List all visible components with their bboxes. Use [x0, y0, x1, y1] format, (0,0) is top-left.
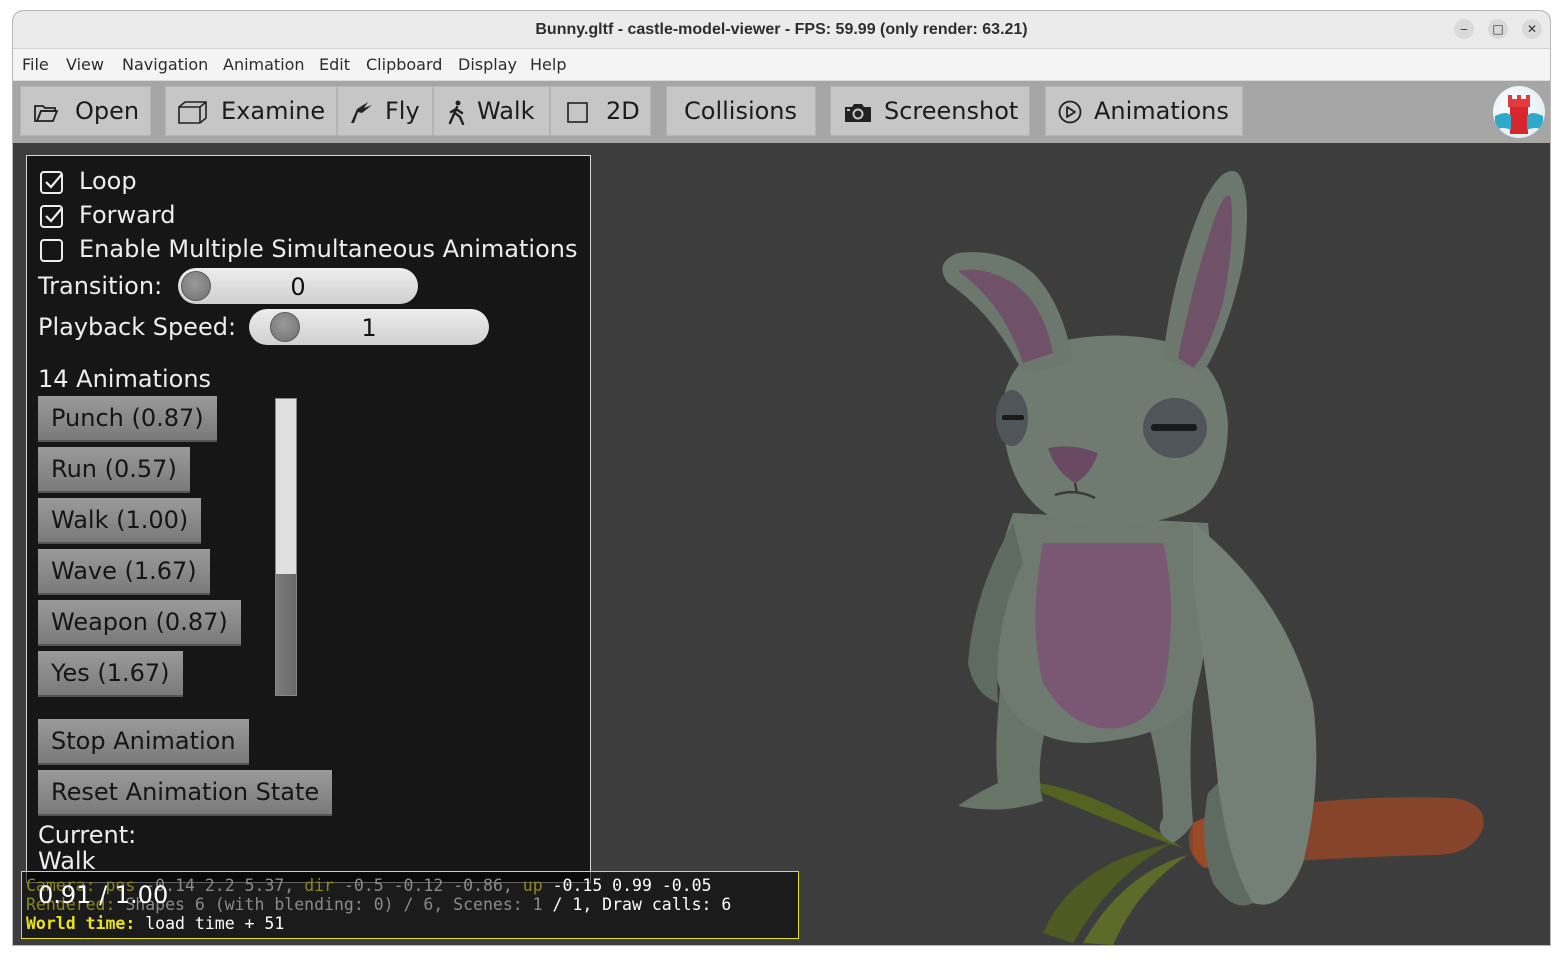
animation-button-punch[interactable]: Punch (0.87)	[38, 396, 217, 442]
examine-button[interactable]: Examine	[165, 86, 337, 136]
bird-icon	[351, 102, 372, 123]
walk-label: Walk	[477, 97, 535, 125]
walking-person-icon	[448, 100, 465, 125]
minimize-button[interactable]: ‒	[1454, 19, 1474, 39]
menu-help[interactable]: Help	[530, 49, 566, 80]
toolbar: Open Examine Fly Walk 2D Collisions Scre…	[13, 81, 1550, 143]
animation-panel: Loop Forward Enable Multiple Simultaneou…	[26, 155, 591, 883]
animations-scrollbar-thumb[interactable]	[276, 574, 296, 695]
current-animation-time: 0.91 / 1.00	[38, 881, 169, 909]
transition-slider[interactable]: 0	[178, 268, 418, 304]
square-icon	[567, 102, 588, 123]
animation-button-run[interactable]: Run (0.57)	[38, 447, 190, 493]
up-label: up	[522, 876, 543, 895]
animation-button-yes[interactable]: Yes (1.67)	[38, 651, 183, 697]
menu-bar: File View Navigation Animation Edit Clip…	[13, 49, 1550, 81]
world-time-value: load time + 51	[145, 914, 285, 933]
playback-speed-label: Playback Speed:	[38, 313, 237, 341]
folder-icon	[34, 105, 59, 122]
multiple-animations-label: Enable Multiple Simultaneous Animations	[79, 235, 578, 263]
transition-label: Transition:	[38, 272, 163, 300]
walk-button[interactable]: Walk	[433, 86, 550, 136]
playback-speed-value: 1	[361, 314, 377, 342]
animation-button-walk[interactable]: Walk (1.00)	[38, 498, 202, 544]
open-button[interactable]: Open	[20, 86, 151, 136]
forward-checkbox[interactable]	[39, 203, 65, 229]
title-bar[interactable]: Bunny.gltf - castle-model-viewer - FPS: …	[13, 11, 1550, 49]
open-label: Open	[75, 97, 140, 125]
playback-speed-slider[interactable]: 1	[249, 309, 489, 345]
camera-icon	[845, 104, 871, 122]
animations-count-header: 14 Animations	[38, 365, 212, 393]
3d-viewport[interactable]: Loop Forward Enable Multiple Simultaneou…	[13, 143, 1550, 945]
menu-animation[interactable]: Animation	[223, 49, 305, 80]
menu-file[interactable]: File	[22, 49, 49, 80]
camera-dir-value: -0.5 -0.12 -0.86,	[343, 876, 513, 895]
dir-label: dir	[304, 876, 334, 895]
animation-button-wave[interactable]: Wave (1.67)	[38, 549, 210, 595]
stop-animation-button[interactable]: Stop Animation	[38, 719, 249, 765]
world-time-label: World time:	[26, 914, 136, 933]
collisions-button[interactable]: Collisions	[666, 86, 816, 136]
menu-view[interactable]: View	[66, 49, 104, 80]
reset-animation-state-button[interactable]: Reset Animation State	[38, 770, 333, 816]
camera-up-value: -0.15 0.99 -0.05	[552, 876, 712, 895]
menu-display[interactable]: Display	[458, 49, 517, 80]
forward-label: Forward	[79, 201, 176, 229]
animations-label: Animations	[1094, 97, 1229, 125]
screenshot-button[interactable]: Screenshot	[830, 86, 1030, 136]
animation-button-weapon[interactable]: Weapon (0.87)	[38, 600, 241, 646]
menu-navigation[interactable]: Navigation	[122, 49, 208, 80]
2d-label: 2D	[606, 97, 640, 125]
maximize-button[interactable]: □	[1488, 19, 1508, 39]
app-window: Bunny.gltf - castle-model-viewer - FPS: …	[13, 11, 1550, 945]
play-circle-icon	[1058, 100, 1082, 124]
loop-label: Loop	[79, 167, 137, 195]
loop-checkbox[interactable]	[39, 169, 65, 195]
window-title: Bunny.gltf - castle-model-viewer - FPS: …	[535, 21, 1028, 38]
castle-logo-icon[interactable]	[1493, 86, 1545, 138]
transition-value: 0	[290, 273, 306, 301]
menu-clipboard[interactable]: Clipboard	[366, 49, 442, 80]
animations-scrollbar[interactable]	[275, 398, 297, 696]
animations-button[interactable]: Animations	[1045, 86, 1243, 136]
rendered-tail-value: / 1, Draw calls: 6	[552, 895, 732, 914]
collisions-label: Collisions	[684, 97, 798, 125]
fly-label: Fly	[385, 97, 420, 125]
fly-button[interactable]: Fly	[337, 86, 433, 136]
multiple-animations-checkbox[interactable]	[39, 237, 65, 263]
screenshot-label: Screenshot	[884, 97, 1019, 125]
menu-edit[interactable]: Edit	[319, 49, 350, 80]
examine-label: Examine	[221, 97, 326, 125]
transition-slider-knob[interactable]	[181, 271, 211, 301]
cube-icon	[178, 101, 207, 124]
close-button[interactable]: ✕	[1522, 19, 1542, 39]
rendered-value: Shapes 6 (with blending: 0) / 6, Scenes:…	[125, 895, 543, 914]
playback-speed-slider-knob[interactable]	[270, 312, 300, 342]
2d-button[interactable]: 2D	[550, 86, 651, 136]
